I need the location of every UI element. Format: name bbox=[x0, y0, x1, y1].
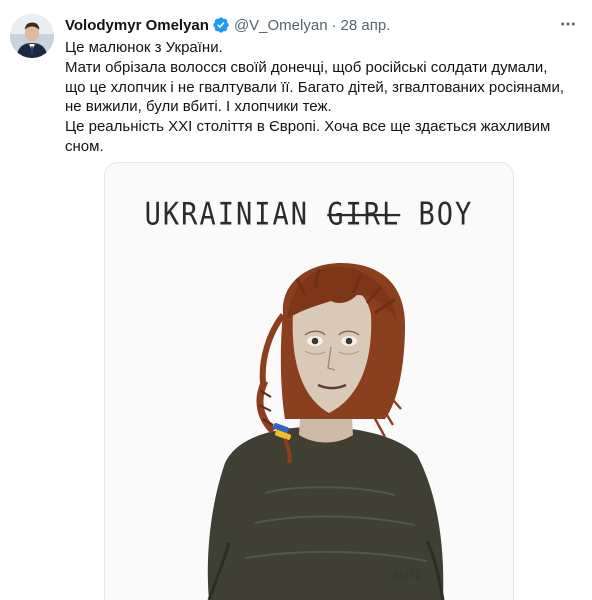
avatar[interactable] bbox=[10, 14, 54, 58]
tweet-timestamp[interactable]: 28 апр. bbox=[341, 17, 391, 34]
tweet-media-image[interactable]: UKRAINIAN GIRL BOY Billi bbox=[104, 162, 514, 600]
tweet[interactable]: Volodymyr Omelyan @V_Omelyan · 28 апр. Ц… bbox=[0, 0, 592, 600]
artist-signature: Billi bbox=[393, 571, 421, 581]
illustration-caption: UKRAINIAN GIRL BOY bbox=[105, 197, 513, 233]
tweet-text: Це малюнок з України. Мати обрізала воло… bbox=[65, 38, 570, 157]
more-options-icon[interactable] bbox=[556, 12, 580, 36]
tweet-line: Мати обрізала волосся своїй донечці, щоб… bbox=[65, 58, 565, 116]
author-display-name[interactable]: Volodymyr Omelyan bbox=[65, 17, 209, 34]
tweet-header: Volodymyr Omelyan @V_Omelyan · 28 апр. bbox=[65, 15, 562, 35]
tweet-line: Це малюнок з України. bbox=[65, 39, 223, 56]
header-separator: · bbox=[331, 16, 337, 34]
verified-badge-icon bbox=[212, 16, 230, 34]
caption-word: UKRAINIAN bbox=[144, 196, 309, 233]
author-handle[interactable]: @V_Omelyan bbox=[234, 17, 328, 34]
tweet-line: Це реальність XXI століття в Європі. Хоч… bbox=[65, 118, 551, 155]
caption-struck-word: GIRL bbox=[327, 196, 401, 233]
caption-word: BOY bbox=[418, 196, 474, 233]
